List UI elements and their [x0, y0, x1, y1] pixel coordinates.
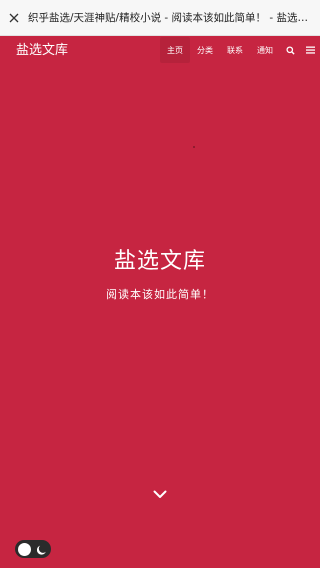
decorative-dot [193, 146, 195, 148]
dark-mode-toggle[interactable] [15, 540, 51, 558]
chevron-down-icon[interactable] [150, 484, 170, 504]
nav-item-home[interactable]: 主页 [160, 37, 190, 63]
nav-item-categories[interactable]: 分类 [190, 36, 220, 64]
browser-title: 织乎盐选/天涯神贴/精校小说 - 阅读本该如此简单！ - 盐选文库 [28, 12, 319, 24]
search-icon[interactable] [280, 36, 300, 64]
nav-item-contact[interactable]: 联系 [220, 36, 250, 64]
nav-item-notifications[interactable]: 通知 [250, 36, 280, 64]
toggle-knob [18, 542, 31, 556]
brand-logo[interactable]: 盐选文库 [16, 39, 68, 58]
close-icon[interactable] [0, 0, 28, 36]
hero-title: 盐选文库 [113, 249, 206, 274]
site-header: 盐选文库 主页 分类 联系 通知 [0, 36, 320, 64]
browser-bar: 织乎盐选/天涯神贴/精校小说 - 阅读本该如此简单！ - 盐选文库 [0, 0, 320, 36]
moon-icon [35, 542, 49, 556]
hero-subtitle: 阅读本该如此简单！ [106, 288, 214, 301]
nav-bar: 主页 分类 联系 通知 [160, 36, 320, 64]
menu-icon[interactable] [300, 36, 320, 64]
